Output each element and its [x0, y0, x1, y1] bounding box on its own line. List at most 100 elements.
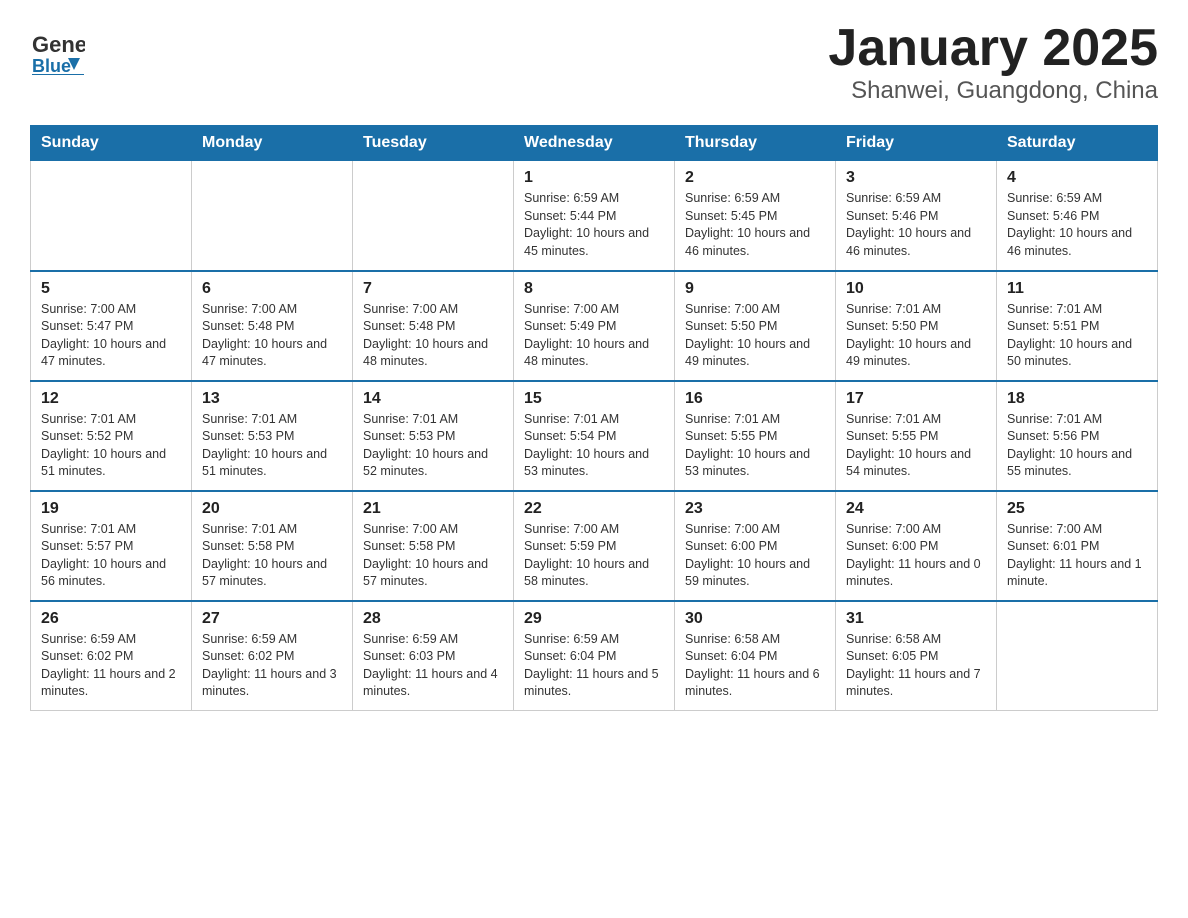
svg-text:General: General — [32, 32, 85, 57]
day-info: Sunrise: 6:59 AM Sunset: 5:45 PM Dayligh… — [685, 190, 825, 260]
calendar-cell: 16Sunrise: 7:01 AM Sunset: 5:55 PM Dayli… — [675, 381, 836, 491]
week-row-2: 5 Sunrise: 7:00 AM Sunset: 5:47 PM Daylig… — [31, 271, 1158, 381]
day-info: Sunrise: 7:00 AM Sunset: 5:47 PM Dayligh… — [41, 301, 181, 371]
day-info: Sunrise: 6:59 AM Sunset: 5:44 PM Dayligh… — [524, 190, 664, 260]
day-number: 11 — [1007, 280, 1147, 298]
day-info: Sunrise: 6:58 AM Sunset: 6:04 PM Dayligh… — [685, 631, 825, 701]
week-row-1: 1 Sunrise: 6:59 AM Sunset: 5:44 PM Daylig… — [31, 161, 1158, 271]
calendar-cell: 14 Sunrise: 7:01 AM Sunset: 5:53 PM Dayli… — [353, 381, 514, 491]
day-number: 9 — [685, 280, 825, 298]
calendar-cell: 7 Sunrise: 7:00 AM Sunset: 5:48 PM Daylig… — [353, 271, 514, 381]
day-number: 5 — [41, 280, 181, 298]
day-info: Sunrise: 7:01 AM Sunset: 5:54 PM Dayligh… — [524, 411, 664, 481]
day-info: Sunrise: 6:59 AM Sunset: 6:04 PM Dayligh… — [524, 631, 664, 701]
calendar-cell: 11 Sunrise: 7:01 AM Sunset: 5:51 PM Dayli… — [997, 271, 1158, 381]
day-info: Sunrise: 6:58 AM Sunset: 6:05 PM Dayligh… — [846, 631, 986, 701]
header-row: SundayMondayTuesdayWednesdayThursdayFrid… — [31, 126, 1158, 161]
day-info: Sunrise: 6:59 AM Sunset: 5:46 PM Dayligh… — [1007, 190, 1147, 260]
day-number: 25 — [1007, 500, 1147, 518]
calendar-cell: 9 Sunrise: 7:00 AM Sunset: 5:50 PM Daylig… — [675, 271, 836, 381]
day-number: 6 — [202, 280, 342, 298]
day-info: Sunrise: 7:01 AM Sunset: 5:53 PM Dayligh… — [363, 411, 503, 481]
calendar-header: SundayMondayTuesdayWednesdayThursdayFrid… — [31, 126, 1158, 161]
calendar-cell: 23Sunrise: 7:00 AM Sunset: 6:00 PM Dayli… — [675, 491, 836, 601]
header-day-thursday: Thursday — [675, 126, 836, 161]
day-number: 26 — [41, 610, 181, 628]
day-info: Sunrise: 7:01 AM Sunset: 5:55 PM Dayligh… — [846, 411, 986, 481]
day-number: 27 — [202, 610, 342, 628]
week-row-3: 12Sunrise: 7:01 AM Sunset: 5:52 PM Dayli… — [31, 381, 1158, 491]
day-number: 7 — [363, 280, 503, 298]
day-info: Sunrise: 6:59 AM Sunset: 6:03 PM Dayligh… — [363, 631, 503, 701]
page-header: General Blue January 2025 Shanwei, Guang… — [30, 20, 1158, 105]
day-info: Sunrise: 6:59 AM Sunset: 6:02 PM Dayligh… — [41, 631, 181, 701]
day-info: Sunrise: 7:00 AM Sunset: 5:58 PM Dayligh… — [363, 521, 503, 591]
calendar-cell: 12Sunrise: 7:01 AM Sunset: 5:52 PM Dayli… — [31, 381, 192, 491]
header-day-saturday: Saturday — [997, 126, 1158, 161]
day-info: Sunrise: 7:00 AM Sunset: 5:50 PM Dayligh… — [685, 301, 825, 371]
header-day-friday: Friday — [836, 126, 997, 161]
day-info: Sunrise: 7:01 AM Sunset: 5:50 PM Dayligh… — [846, 301, 986, 371]
day-number: 28 — [363, 610, 503, 628]
calendar-cell: 28 Sunrise: 6:59 AM Sunset: 6:03 PM Dayli… — [353, 601, 514, 711]
header-day-wednesday: Wednesday — [514, 126, 675, 161]
day-number: 18 — [1007, 390, 1147, 408]
day-number: 21 — [363, 500, 503, 518]
day-info: Sunrise: 7:00 AM Sunset: 5:48 PM Dayligh… — [202, 301, 342, 371]
svg-text:Blue: Blue — [32, 56, 71, 75]
day-info: Sunrise: 7:01 AM Sunset: 5:58 PM Dayligh… — [202, 521, 342, 591]
day-info: Sunrise: 7:01 AM Sunset: 5:53 PM Dayligh… — [202, 411, 342, 481]
day-info: Sunrise: 7:01 AM Sunset: 5:51 PM Dayligh… — [1007, 301, 1147, 371]
calendar-cell: 26 Sunrise: 6:59 AM Sunset: 6:02 PM Dayli… — [31, 601, 192, 711]
calendar-cell: 18 Sunrise: 7:01 AM Sunset: 5:56 PM Dayli… — [997, 381, 1158, 491]
day-number: 24 — [846, 500, 986, 518]
calendar-cell: 20 Sunrise: 7:01 AM Sunset: 5:58 PM Dayli… — [192, 491, 353, 601]
day-number: 10 — [846, 280, 986, 298]
day-info: Sunrise: 7:00 AM Sunset: 6:01 PM Dayligh… — [1007, 521, 1147, 591]
calendar-cell: 17 Sunrise: 7:01 AM Sunset: 5:55 PM Dayli… — [836, 381, 997, 491]
day-number: 4 — [1007, 169, 1147, 187]
calendar-cell: 29 Sunrise: 6:59 AM Sunset: 6:04 PM Dayli… — [514, 601, 675, 711]
logo-icon: General Blue — [30, 20, 85, 75]
calendar-body: 1 Sunrise: 6:59 AM Sunset: 5:44 PM Daylig… — [31, 161, 1158, 711]
day-number: 14 — [363, 390, 503, 408]
calendar-cell: 24 Sunrise: 7:00 AM Sunset: 6:00 PM Dayli… — [836, 491, 997, 601]
day-info: Sunrise: 7:00 AM Sunset: 5:59 PM Dayligh… — [524, 521, 664, 591]
header-day-sunday: Sunday — [31, 126, 192, 161]
header-day-tuesday: Tuesday — [353, 126, 514, 161]
calendar-cell: 22Sunrise: 7:00 AM Sunset: 5:59 PM Dayli… — [514, 491, 675, 601]
week-row-5: 26 Sunrise: 6:59 AM Sunset: 6:02 PM Dayli… — [31, 601, 1158, 711]
calendar-cell: 8Sunrise: 7:00 AM Sunset: 5:49 PM Daylig… — [514, 271, 675, 381]
day-number: 13 — [202, 390, 342, 408]
calendar-cell: 3Sunrise: 6:59 AM Sunset: 5:46 PM Daylig… — [836, 161, 997, 271]
day-info: Sunrise: 7:01 AM Sunset: 5:56 PM Dayligh… — [1007, 411, 1147, 481]
day-number: 19 — [41, 500, 181, 518]
day-number: 29 — [524, 610, 664, 628]
calendar-cell: 4 Sunrise: 6:59 AM Sunset: 5:46 PM Daylig… — [997, 161, 1158, 271]
day-info: Sunrise: 7:00 AM Sunset: 5:48 PM Dayligh… — [363, 301, 503, 371]
day-number: 15 — [524, 390, 664, 408]
day-info: Sunrise: 7:00 AM Sunset: 6:00 PM Dayligh… — [846, 521, 986, 591]
day-number: 30 — [685, 610, 825, 628]
day-info: Sunrise: 7:00 AM Sunset: 6:00 PM Dayligh… — [685, 521, 825, 591]
calendar-table: SundayMondayTuesdayWednesdayThursdayFrid… — [30, 125, 1158, 711]
day-number: 20 — [202, 500, 342, 518]
day-number: 8 — [524, 280, 664, 298]
day-info: Sunrise: 6:59 AM Sunset: 5:46 PM Dayligh… — [846, 190, 986, 260]
calendar-subtitle: Shanwei, Guangdong, China — [828, 77, 1158, 105]
calendar-cell: 5 Sunrise: 7:00 AM Sunset: 5:47 PM Daylig… — [31, 271, 192, 381]
day-number: 1 — [524, 169, 664, 187]
calendar-cell: 15 Sunrise: 7:01 AM Sunset: 5:54 PM Dayli… — [514, 381, 675, 491]
calendar-cell: 27 Sunrise: 6:59 AM Sunset: 6:02 PM Dayli… — [192, 601, 353, 711]
header-day-monday: Monday — [192, 126, 353, 161]
calendar-title: January 2025 — [828, 20, 1158, 77]
calendar-cell — [997, 601, 1158, 711]
day-info: Sunrise: 7:01 AM Sunset: 5:57 PM Dayligh… — [41, 521, 181, 591]
day-number: 12 — [41, 390, 181, 408]
calendar-cell — [192, 161, 353, 271]
day-info: Sunrise: 6:59 AM Sunset: 6:02 PM Dayligh… — [202, 631, 342, 701]
calendar-cell: 21 Sunrise: 7:00 AM Sunset: 5:58 PM Dayli… — [353, 491, 514, 601]
calendar-cell: 10 Sunrise: 7:01 AM Sunset: 5:50 PM Dayli… — [836, 271, 997, 381]
day-number: 17 — [846, 390, 986, 408]
calendar-cell: 30 Sunrise: 6:58 AM Sunset: 6:04 PM Dayli… — [675, 601, 836, 711]
